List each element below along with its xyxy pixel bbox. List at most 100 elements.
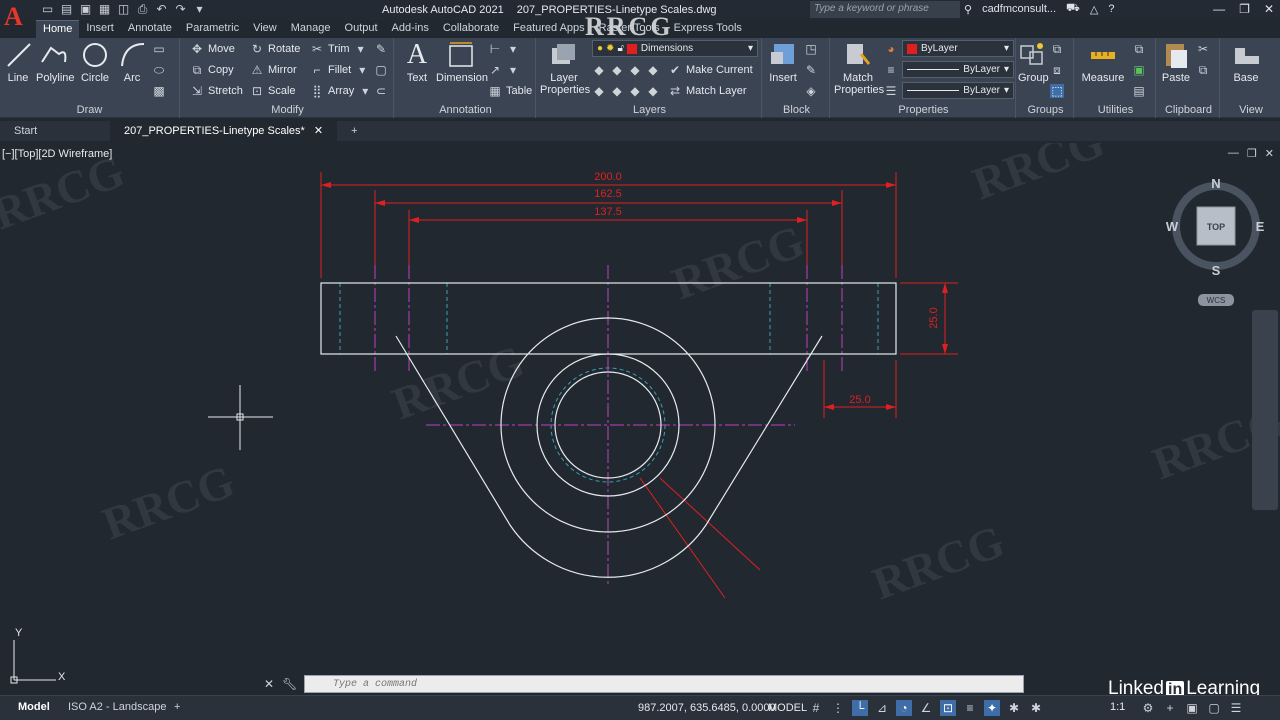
search-icon[interactable]: ⚲ (964, 3, 972, 16)
create-block-icon[interactable]: ◳ (804, 42, 818, 56)
tab-raster-tools[interactable]: Raster Tools (592, 20, 667, 38)
move-button[interactable]: ✥ Move (190, 42, 235, 56)
grid-icon[interactable]: # (808, 700, 824, 716)
group-edit-icon[interactable]: ⧈ (1050, 63, 1064, 77)
properties-panel-title[interactable]: Properties (832, 104, 1015, 116)
modify-panel-title[interactable]: Modify (182, 104, 393, 116)
tab-view[interactable]: View (246, 20, 284, 38)
utilities-panel-title[interactable]: Utilities (1076, 104, 1155, 116)
undo-icon[interactable]: ↶ (154, 2, 169, 17)
clipboard-panel-title[interactable]: Clipboard (1158, 104, 1219, 116)
text-button[interactable]: A Text (402, 40, 432, 85)
close-tab-icon[interactable]: ✕ (314, 125, 323, 137)
add-icon[interactable]: + (1162, 700, 1178, 716)
model-space-button[interactable]: MODEL (768, 702, 807, 714)
settings-gear-icon[interactable]: ⚙ (1140, 700, 1156, 716)
isolate-objects-icon[interactable]: ▣ (1184, 700, 1200, 716)
copy-clip-icon[interactable]: ⧉ (1196, 63, 1210, 77)
edit-block-icon[interactable]: ✎ (804, 63, 818, 77)
tab-insert[interactable]: Insert (79, 20, 121, 38)
insert-button[interactable]: Insert (766, 40, 800, 84)
redo-icon[interactable]: ↷ (173, 2, 188, 17)
layer-thaw-icon[interactable]: ◆ (628, 84, 642, 98)
help-icon[interactable]: ? (1108, 3, 1114, 15)
match-layer-button[interactable]: ⇄ Match Layer (668, 84, 747, 98)
make-current-button[interactable]: ✔ Make Current (668, 63, 753, 77)
lineweight-dropdown[interactable]: ByLayer ▾ (902, 82, 1014, 99)
layer-on-icon[interactable]: ◆ (592, 84, 606, 98)
paste-button[interactable]: Paste (1160, 40, 1192, 84)
save-icon[interactable]: ▣ (78, 2, 93, 17)
selection-cycling-icon[interactable]: ✦ (984, 700, 1000, 716)
wcs-menu[interactable]: WCS (1198, 294, 1234, 306)
erase-icon[interactable]: ✎ (374, 42, 388, 56)
offset-icon[interactable]: ⊂ (374, 84, 388, 98)
qat-menu-icon[interactable]: ▾ (192, 2, 207, 17)
explode-icon[interactable]: ▢ (374, 63, 388, 77)
quick-select-icon[interactable]: ▣ (1132, 63, 1146, 77)
view-panel-title[interactable]: View (1222, 104, 1280, 116)
tab-manage[interactable]: Manage (284, 20, 338, 38)
tab-home[interactable]: Home (36, 20, 80, 38)
polar-tracking-icon[interactable]: ◔ (896, 700, 912, 716)
drawing-viewport[interactable]: [−][Top][2D Wireframe] — ❐ ✕ RRCG RRCG R… (0, 143, 1280, 695)
tab-active-drawing[interactable]: 207_PROPERTIES-Linetype Scales* ✕ (110, 121, 338, 141)
layer-unlock-icon[interactable]: ◆ (646, 84, 660, 98)
cart-icon[interactable]: ⛟ (1066, 2, 1080, 16)
save-as-icon[interactable]: ▦ (97, 2, 112, 17)
match-properties-button[interactable]: Match Properties (834, 40, 884, 96)
polar-icon[interactable]: ⊿ (874, 700, 890, 716)
osnap-icon[interactable]: ⊡ (940, 700, 956, 716)
tab-parametric[interactable]: Parametric (179, 20, 246, 38)
annotation-monitor-icon[interactable]: ✱ (1006, 700, 1022, 716)
base-button[interactable]: Base (1226, 40, 1266, 84)
cut-icon[interactable]: ✂ (1196, 42, 1210, 56)
customize-command-icon[interactable]: 🔧︎ (282, 677, 297, 691)
calculator-icon[interactable]: ▤ (1132, 84, 1146, 98)
ellipse-icon[interactable]: ⬭ (152, 63, 166, 77)
leader-icon[interactable]: ↗ ▾ (488, 63, 520, 77)
layer-isolate-icon[interactable]: ◆ (610, 63, 624, 77)
linetype-dropdown[interactable]: ByLayer ▾ (902, 61, 1014, 78)
coordinates-readout[interactable]: 987.2007, 635.6485, 0.0000 (638, 702, 776, 714)
layer-dropdown[interactable]: ● ✹ 🔓︎ Dimensions ▾ (592, 40, 758, 57)
layer-unisolate-icon[interactable]: ◆ (610, 84, 624, 98)
line-button[interactable]: Line (4, 40, 32, 84)
close-command-icon[interactable]: ✕ (264, 677, 274, 691)
rectangle-icon[interactable]: ▭ (152, 42, 166, 56)
annotation-scale[interactable]: 1:1 (1110, 701, 1125, 713)
copy-button[interactable]: ⧉ Copy (190, 63, 234, 77)
table-button[interactable]: ▦ Table (488, 84, 532, 98)
command-input[interactable]: Type a command (304, 675, 1024, 693)
circle-button[interactable]: Circle (80, 40, 110, 84)
tab-annotate[interactable]: Annotate (121, 20, 179, 38)
block-panel-title[interactable]: Block (764, 104, 829, 116)
polyline-button[interactable]: Polyline (36, 40, 75, 84)
hatch-icon[interactable]: ▩ (152, 84, 166, 98)
new-tab-icon[interactable]: + (337, 121, 371, 141)
autodesk-app-icon[interactable]: △ (1090, 3, 1098, 16)
plot-icon[interactable]: ⎙ (135, 2, 150, 17)
open-file-icon[interactable]: ▤ (59, 2, 74, 17)
mirror-button[interactable]: ⚠ Mirror (250, 63, 297, 77)
web-mobile-icon[interactable]: ◫ (116, 2, 131, 17)
layer-off-icon[interactable]: ◆ (592, 63, 606, 77)
arc-button[interactable]: Arc (118, 40, 146, 84)
tab-layout-iso-a2[interactable]: ISO A2 - Landscape (58, 699, 176, 715)
group-select-icon[interactable]: ⬚ (1050, 84, 1064, 98)
scale-button[interactable]: ⊡ Scale (250, 84, 296, 98)
ortho-icon[interactable]: └ (852, 700, 868, 716)
annotation-visibility-icon[interactable]: ✱ (1028, 700, 1044, 716)
tab-collaborate[interactable]: Collaborate (436, 20, 506, 38)
clean-screen-icon[interactable]: ▢ (1206, 700, 1222, 716)
layers-panel-title[interactable]: Layers (538, 104, 761, 116)
navigation-bar[interactable] (1252, 310, 1278, 510)
tab-add-ins[interactable]: Add-ins (385, 20, 436, 38)
object-snap-tracking-icon[interactable]: ∠ (918, 700, 934, 716)
close-icon[interactable]: ✕ (1264, 2, 1274, 16)
rotate-button[interactable]: ↻ Rotate (250, 42, 300, 56)
id-point-icon[interactable]: ⧉ (1132, 42, 1146, 56)
tab-output[interactable]: Output (338, 20, 385, 38)
color-dropdown[interactable]: ByLayer ▾ (902, 40, 1014, 57)
minimize-icon[interactable]: — (1213, 2, 1225, 16)
